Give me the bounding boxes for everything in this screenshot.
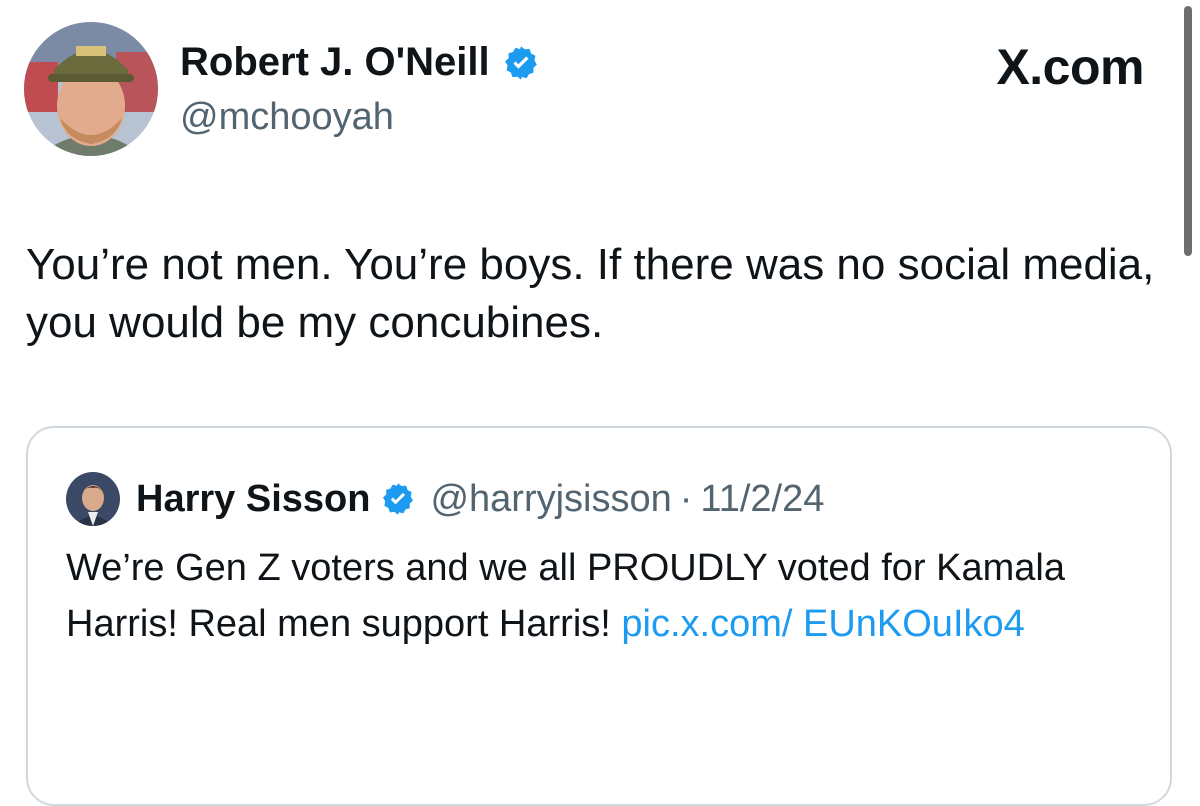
quoted-post-text: We’re Gen Z voters and we all PROUDLY vo… [66,540,1126,652]
quoted-post-media-link[interactable]: pic.x.com/ EUnKOuIko4 [621,603,1024,645]
quoted-author-handle[interactable]: @harryjsisson [430,478,671,521]
quoted-avatar-photo [66,472,120,526]
avatar-photo [24,22,158,156]
quoted-post-date[interactable]: 11/2/24 [700,478,824,521]
quoted-post-card[interactable]: Harry Sisson @harryjsisson · 11/2/24 We’… [26,426,1172,806]
quoted-author-name[interactable]: Harry Sisson [136,478,370,521]
scrollbar-thumb[interactable] [1184,6,1192,256]
author-avatar[interactable] [24,22,158,156]
post-text: You’re not men. You’re boys. If there wa… [26,240,1155,347]
verified-badge-icon [502,44,540,82]
header-separator: · [679,477,693,520]
x-com-logo: X.com [996,39,1144,95]
author-name-row[interactable]: Robert J. O'Neill [180,40,540,85]
quoted-verified-badge-icon [380,481,416,517]
author-handle[interactable]: @mchooyah [180,96,394,139]
author-name[interactable]: Robert J. O'Neill [180,40,490,85]
quoted-post-header: Harry Sisson @harryjsisson · 11/2/24 [66,472,824,526]
quoted-author-avatar[interactable] [66,472,120,526]
